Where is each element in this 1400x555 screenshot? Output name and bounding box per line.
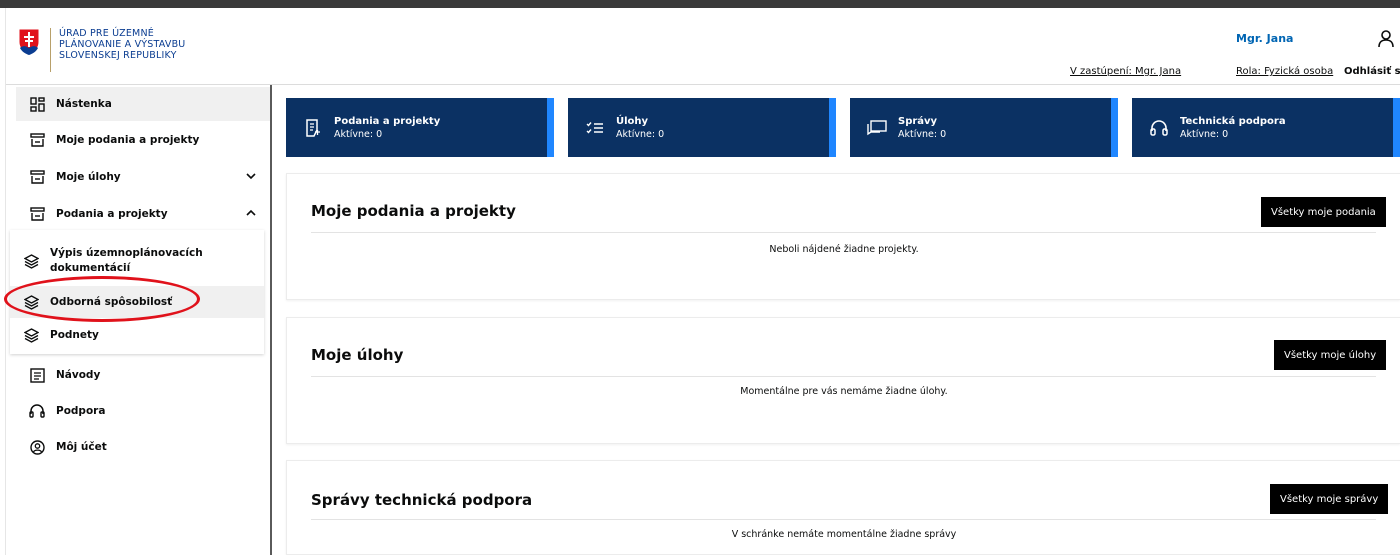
sidebar-divider: [270, 85, 272, 555]
layers-icon: [22, 252, 40, 270]
submenu-item-label: Podnety: [50, 329, 99, 341]
logout-link[interactable]: Odhlásiť s: [1344, 66, 1400, 77]
submenu-item-planning-docs[interactable]: Výpis územnoplánovacích dokumentácií: [10, 238, 264, 284]
sidebar-item-account[interactable]: Môj účet: [16, 430, 270, 464]
tile-subtitle: Aktívne: 0: [1180, 128, 1229, 140]
tile-accent: [547, 98, 554, 157]
submenu-item-professional-competence[interactable]: Odborná spôsobilosť: [10, 286, 264, 318]
logo-line: SLOVENSKEJ REPUBLIKY: [59, 50, 177, 61]
logo[interactable]: ÚRAD PRE ÚZEMNÉ PLÁNOVANIE A VÝSTAVBU SL…: [18, 28, 185, 72]
empty-state-text: Neboli nájdené žiadne projekty.: [769, 244, 919, 255]
sidebar-item-label: Nástenka: [56, 98, 112, 110]
tile-accent: [829, 98, 836, 157]
sidebar-item-my-submissions[interactable]: Moje podania a projekty: [16, 123, 270, 157]
inbox-icon: [28, 205, 46, 223]
empty-state-text: V schránke nemáte momentálne žiadne sprá…: [731, 529, 957, 540]
headset-icon: [28, 402, 46, 420]
role-link[interactable]: Rola: Fyzická osoba: [1236, 66, 1333, 77]
tile-title: Technická podpora: [1180, 115, 1286, 127]
card-divider: [311, 519, 1376, 520]
submenu-item-label-line: Výpis územnoplánovacích: [50, 247, 203, 259]
tile-tasks[interactable]: Úlohy Aktívne: 0: [568, 98, 836, 157]
tile-title: Úlohy: [616, 115, 649, 127]
sidebar-item-label: Podpora: [56, 405, 106, 417]
empty-state-text: Momentálne pre vás nemáme žiadne úlohy.: [740, 386, 948, 397]
representation-link[interactable]: V zastúpení: Mgr. Jana: [1070, 66, 1181, 77]
sidebar-item-label: Môj účet: [56, 441, 107, 453]
chevron-up-icon[interactable]: [246, 208, 256, 220]
sidebar-item-guides[interactable]: Návody: [16, 358, 270, 392]
all-submissions-button[interactable]: Všetky moje podania: [1261, 197, 1386, 227]
user-icon[interactable]: [1378, 30, 1394, 52]
tile-accent: [1393, 98, 1400, 157]
all-tasks-button[interactable]: Všetky moje úlohy: [1274, 340, 1387, 370]
card-title: Moje podania a projekty: [311, 202, 516, 220]
sidebar-item-label: Moje podania a projekty: [56, 134, 200, 146]
layers-icon: [22, 326, 40, 344]
tile-tech-support[interactable]: Technická podpora Aktívne: 0: [1132, 98, 1400, 157]
sidebar-item-support[interactable]: Podpora: [16, 394, 270, 428]
user-circle-icon: [28, 438, 46, 456]
tile-subtitle: Aktívne: 0: [898, 128, 947, 140]
card-divider: [311, 232, 1376, 233]
inbox-icon: [28, 168, 46, 186]
sidebar-item-label: Návody: [56, 369, 101, 381]
logo-text: ÚRAD PRE ÚZEMNÉ PLÁNOVANIE A VÝSTAVBU SL…: [59, 28, 185, 61]
card-my-tasks: Moje úlohy Všetky moje úlohy Momentálne …: [286, 317, 1400, 444]
tile-accent: [1111, 98, 1118, 157]
tile-title: Podania a projekty: [334, 115, 441, 127]
card-title: Moje úlohy: [311, 346, 404, 364]
sidebar-item-label: Moje úlohy: [56, 171, 121, 183]
sidebar-item-submissions[interactable]: Podania a projekty: [16, 197, 270, 231]
site-header: ÚRAD PRE ÚZEMNÉ PLÁNOVANIE A VÝSTAVBU SL…: [6, 8, 1400, 85]
layers-icon: [22, 293, 40, 311]
submenu-item-label-line: dokumentácií: [50, 262, 131, 274]
dashboard-icon: [28, 95, 46, 113]
submenu-submissions: Výpis územnoplánovacích dokumentácií Odb…: [10, 230, 264, 354]
sidebar-item-my-tasks[interactable]: Moje úlohy: [16, 160, 270, 194]
user-name-link[interactable]: Mgr. Jana: [1236, 32, 1293, 45]
card-my-submissions: Moje podania a projekty Všetky moje poda…: [286, 173, 1400, 300]
coat-of-arms-icon: [18, 28, 40, 56]
card-tech-support-messages: Správy technická podpora Všetky moje spr…: [286, 460, 1400, 555]
chevron-down-icon[interactable]: [246, 171, 256, 183]
document-icon: [302, 117, 324, 139]
submenu-item-label: Odborná spôsobilosť: [50, 296, 173, 308]
sidebar-item-label: Podania a projekty: [56, 208, 168, 220]
message-icon: [866, 117, 888, 139]
logo-line: ÚRAD PRE ÚZEMNÉ: [59, 28, 154, 39]
card-divider: [311, 376, 1376, 377]
logo-separator: [50, 28, 51, 72]
tile-subtitle: Aktívne: 0: [334, 128, 383, 140]
checklist-icon: [584, 117, 606, 139]
tile-messages[interactable]: Správy Aktívne: 0: [850, 98, 1118, 157]
all-messages-button[interactable]: Všetky moje správy: [1270, 484, 1389, 514]
tile-submissions[interactable]: Podania a projekty Aktívne: 0: [286, 98, 554, 157]
tile-title: Správy: [898, 115, 938, 127]
document-list-icon: [28, 366, 46, 384]
headset-icon: [1148, 117, 1170, 139]
logo-line: PLÁNOVANIE A VÝSTAVBU: [59, 39, 186, 50]
sidebar-item-dashboard[interactable]: Nástenka: [16, 87, 270, 121]
card-title: Správy technická podpora: [311, 491, 533, 509]
submenu-item-suggestions[interactable]: Podnety: [10, 320, 264, 350]
submenu-item-label: Výpis územnoplánovacích dokumentácií: [50, 246, 203, 276]
tile-subtitle: Aktívne: 0: [616, 128, 665, 140]
inbox-icon: [28, 131, 46, 149]
window-top-bar: [0, 0, 1400, 8]
